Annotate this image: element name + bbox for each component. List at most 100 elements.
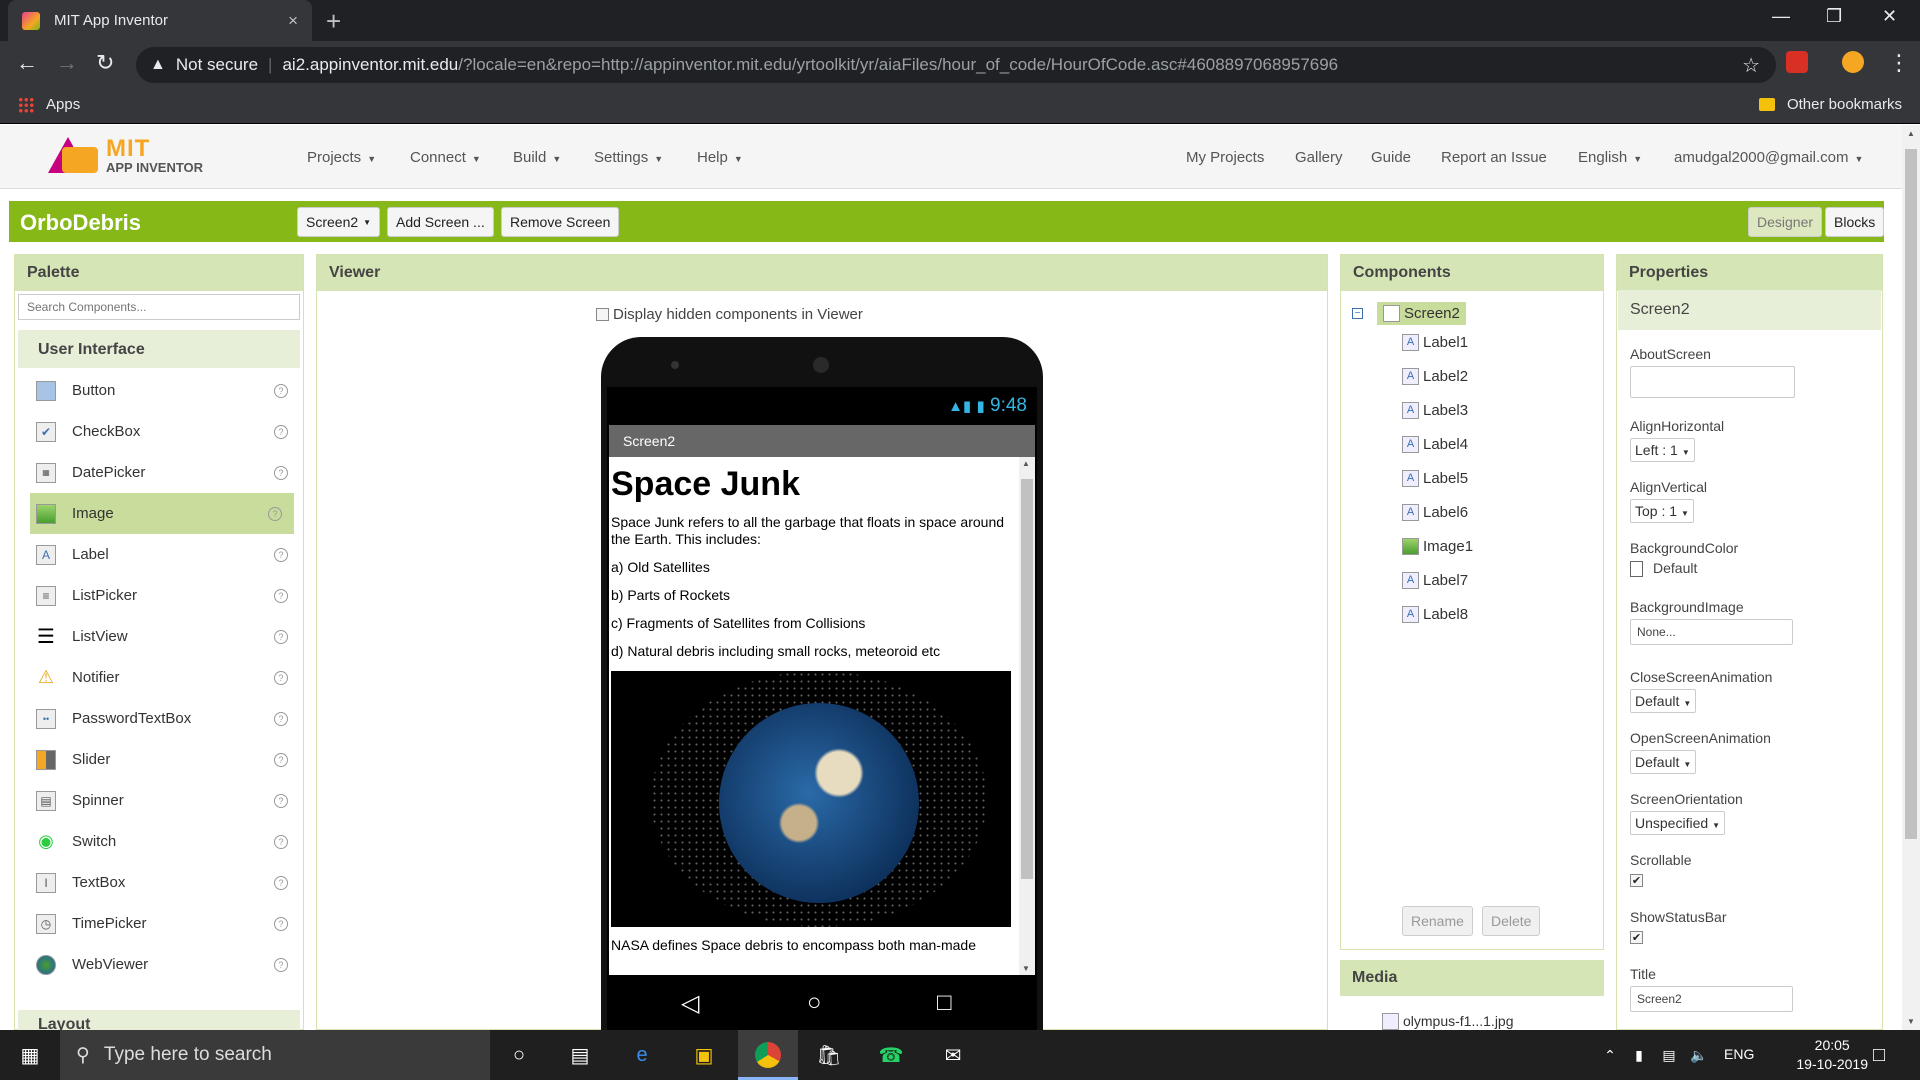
profile-avatar-icon[interactable] xyxy=(1842,51,1864,73)
backgroundcolor-picker[interactable]: Default xyxy=(1630,560,1738,578)
menu-settings[interactable]: Settings ▼ xyxy=(594,149,663,166)
address-bar[interactable]: ▲ Not secure | ai2.appinventor.mit.edu/?… xyxy=(136,47,1776,83)
help-icon[interactable]: ? xyxy=(268,506,282,521)
palette-category-user-interface[interactable]: User Interface xyxy=(18,330,300,368)
title-field[interactable]: Screen2 xyxy=(1630,986,1793,1012)
browser-tab[interactable]: MIT App Inventor × xyxy=(8,0,312,41)
add-screen-button[interactable]: Add Screen ... xyxy=(387,207,494,237)
help-icon[interactable]: ? xyxy=(274,916,288,931)
tree-item-label1[interactable]: A Label1 xyxy=(1402,325,1473,359)
help-icon[interactable]: ? xyxy=(274,793,288,808)
pocket-extension-icon[interactable] xyxy=(1786,51,1808,73)
minimize-icon[interactable]: — xyxy=(1772,6,1790,27)
palette-item-passwordtextbox[interactable]: •• PasswordTextBox? xyxy=(18,698,300,739)
help-icon[interactable]: ? xyxy=(274,547,288,562)
bookmark-star-icon[interactable]: ☆ xyxy=(1742,53,1760,78)
scroll-up-icon[interactable]: ▲ xyxy=(1022,459,1030,468)
help-icon[interactable]: ? xyxy=(274,875,288,890)
help-icon[interactable]: ? xyxy=(274,957,288,972)
media-item[interactable]: olympus-f1...1.jpg xyxy=(1382,1012,1514,1030)
label2-intro[interactable]: Space Junk refers to all the garbage tha… xyxy=(611,514,1011,548)
scroll-down-icon[interactable]: ▼ xyxy=(1022,964,1030,973)
label7-text[interactable]: NASA defines Space debris to encompass b… xyxy=(611,937,1011,954)
screen-scrollbar[interactable]: ▲ ▼ xyxy=(1019,457,1035,975)
collapse-icon[interactable]: − xyxy=(1352,308,1363,319)
screenorientation-select[interactable]: Unspecified ▼ xyxy=(1630,811,1726,835)
battery-tray-icon[interactable]: ▮ xyxy=(1626,1042,1652,1068)
forward-icon[interactable]: → xyxy=(56,50,78,76)
cortana-icon[interactable]: ○ xyxy=(506,1042,532,1068)
screen-select[interactable]: Screen2 ▼ xyxy=(297,207,381,237)
scroll-down-icon[interactable]: ▼ xyxy=(1907,1017,1915,1026)
palette-item-webviewer[interactable]: WebViewer? xyxy=(18,944,300,985)
palette-item-notifier[interactable]: ⚠ Notifier? xyxy=(18,657,300,698)
openscreenanimation-select[interactable]: Default ▼ xyxy=(1630,750,1697,774)
menu-projects[interactable]: Projects ▼ xyxy=(307,149,376,166)
restore-icon[interactable]: ❐ xyxy=(1826,6,1842,27)
store-icon[interactable]: 🛍 xyxy=(816,1042,842,1068)
link-my-projects[interactable]: My Projects xyxy=(1186,149,1264,166)
close-window-icon[interactable]: ✕ xyxy=(1882,6,1897,27)
taskbar-clock[interactable]: 20:05 19-10-2019 xyxy=(1796,1036,1868,1074)
language-indicator[interactable]: ENG xyxy=(1724,1046,1754,1062)
palette-item-image[interactable]: Image? xyxy=(30,493,294,534)
volume-tray-icon[interactable]: 🔈 xyxy=(1686,1042,1712,1068)
menu-connect[interactable]: Connect ▼ xyxy=(410,149,481,166)
aboutscreen-textarea[interactable] xyxy=(1630,366,1795,398)
tree-item-label7[interactable]: A Label7 xyxy=(1402,563,1473,597)
windows-start-icon[interactable]: ▦ xyxy=(17,1042,43,1068)
label3-item[interactable]: a) Old Satellites xyxy=(611,559,1011,576)
scrollable-checkbox[interactable]: ✔ xyxy=(1630,874,1643,887)
label6-item[interactable]: d) Natural debris including small rocks,… xyxy=(611,643,1011,660)
help-icon[interactable]: ? xyxy=(274,711,288,726)
chrome-icon[interactable] xyxy=(755,1042,781,1068)
backgroundimage-field[interactable]: None... xyxy=(1630,619,1793,645)
blocks-button[interactable]: Blocks xyxy=(1825,207,1885,237)
menu-kebab-icon[interactable]: ⋮ xyxy=(1888,50,1910,76)
palette-item-switch[interactable]: ◉ Switch? xyxy=(18,821,300,862)
menu-help[interactable]: Help ▼ xyxy=(697,149,743,166)
notification-center-icon[interactable]: □ xyxy=(1866,1042,1892,1068)
back-icon[interactable]: ← xyxy=(16,50,38,76)
help-icon[interactable]: ? xyxy=(274,752,288,767)
tree-item-label8[interactable]: A Label8 xyxy=(1402,597,1473,631)
palette-item-timepicker[interactable]: ◷ TimePicker? xyxy=(18,903,300,944)
palette-item-checkbox[interactable]: ✔ CheckBox? xyxy=(18,411,300,452)
task-view-icon[interactable]: ▤ xyxy=(567,1042,593,1068)
remove-screen-button[interactable]: Remove Screen xyxy=(501,207,620,237)
help-icon[interactable]: ? xyxy=(274,383,288,398)
taskbar-search[interactable]: ⚲ Type here to search xyxy=(60,1030,490,1080)
tree-item-image1[interactable]: Image1 xyxy=(1402,529,1473,563)
help-icon[interactable]: ? xyxy=(274,670,288,685)
page-scroll-thumb[interactable] xyxy=(1905,149,1917,839)
account-menu[interactable]: amudgal2000@gmail.com ▼ xyxy=(1674,149,1863,166)
designer-button[interactable]: Designer xyxy=(1748,207,1823,237)
tree-item-label4[interactable]: A Label4 xyxy=(1402,427,1473,461)
palette-item-button[interactable]: Button? xyxy=(18,370,300,411)
help-icon[interactable]: ? xyxy=(274,424,288,439)
link-guide[interactable]: Guide xyxy=(1371,149,1411,166)
tab-close-icon[interactable]: × xyxy=(288,11,298,31)
reload-icon[interactable]: ↻ xyxy=(96,50,114,76)
search-components-input[interactable] xyxy=(18,294,300,320)
mail-icon[interactable]: ✉ xyxy=(940,1042,966,1068)
app-inventor-logo[interactable]: MIT APP INVENTOR xyxy=(44,133,203,177)
bookmark-apps[interactable]: Apps xyxy=(18,96,80,113)
tree-item-label2[interactable]: A Label2 xyxy=(1402,359,1473,393)
image1-space-debris[interactable] xyxy=(611,671,1011,927)
tree-root[interactable]: − Screen2 xyxy=(1352,302,1473,325)
palette-item-textbox[interactable]: I TextBox? xyxy=(18,862,300,903)
scroll-thumb[interactable] xyxy=(1021,479,1033,879)
alignhorizontal-select[interactable]: Left : 1 ▼ xyxy=(1630,438,1695,462)
palette-item-listpicker[interactable]: ≡ ListPicker? xyxy=(18,575,300,616)
menu-build[interactable]: Build ▼ xyxy=(513,149,561,166)
language-menu[interactable]: English ▼ xyxy=(1578,149,1642,166)
network-tray-icon[interactable]: ▤ xyxy=(1656,1042,1682,1068)
whatsapp-icon[interactable]: ☎ xyxy=(878,1042,904,1068)
closescreenanimation-select[interactable]: Default ▼ xyxy=(1630,689,1697,713)
checkbox-icon[interactable] xyxy=(596,308,609,321)
edge-icon[interactable]: e xyxy=(629,1042,655,1068)
tree-item-label3[interactable]: A Label3 xyxy=(1402,393,1473,427)
file-explorer-icon[interactable]: ▣ xyxy=(691,1042,717,1068)
help-icon[interactable]: ? xyxy=(274,629,288,644)
